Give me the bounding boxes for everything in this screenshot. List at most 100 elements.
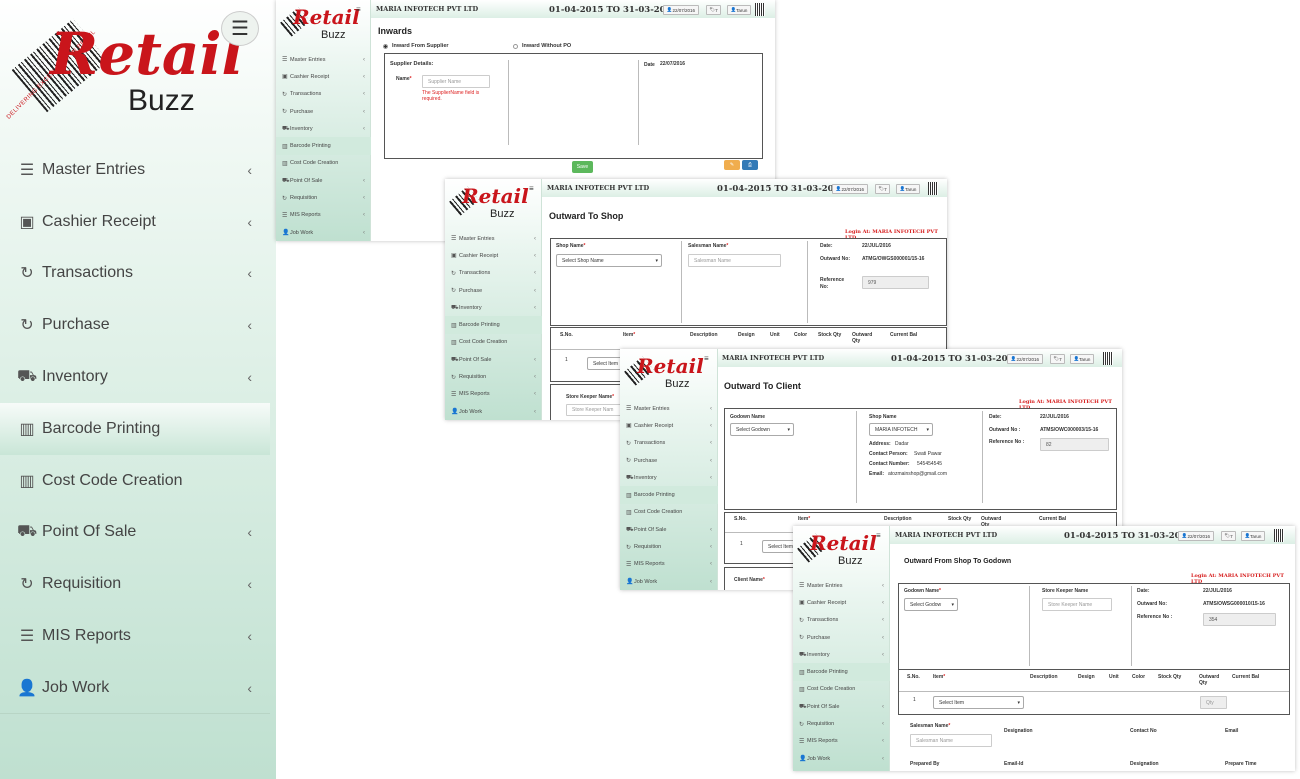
chevron-left-icon: ‹ — [363, 195, 365, 202]
sidebar-item-transactions[interactable]: ↻ Transactions ‹ — [445, 265, 542, 282]
store-keeper-input[interactable]: Store Keeper Name — [1042, 598, 1112, 611]
sidebar-item-master-entries[interactable]: ☰ Master Entries ‹ — [620, 400, 718, 417]
sidebar-item-inventory[interactable]: ⛟ Inventory ‹ — [620, 469, 718, 486]
hamburger-icon[interactable]: ≡ — [704, 354, 709, 363]
sidebar-item-job-work[interactable]: 👤 Job Work ‹ — [793, 750, 890, 767]
tag-chip[interactable]: 🏷 7 — [706, 5, 721, 15]
sidebar-item-point-of-sale[interactable]: ⛟ Point Of Sale ‹ — [445, 351, 542, 368]
sidebar-item-inventory[interactable]: ⛟ Inventory ‹ — [445, 299, 542, 316]
barcode-icon[interactable] — [755, 3, 765, 16]
sidebar-item-barcode-printing[interactable]: ▥ Barcode Printing — [445, 316, 542, 334]
sidebar-item-master-entries[interactable]: ☰ Master Entries ‹ — [793, 577, 890, 594]
hamburger-icon[interactable]: ≡ — [529, 184, 534, 193]
main-sidebar: DELIVERING EXCELLENCE IN RETAIL Retail B… — [0, 0, 276, 779]
sidebar-item-mis-reports[interactable]: ☰ MIS Reports ‹ — [445, 386, 542, 403]
hamburger-icon[interactable]: ≡ — [876, 531, 881, 540]
sidebar-item-purchase[interactable]: ↻ Purchase ‹ — [445, 282, 542, 299]
hamburger-icon[interactable]: ☰ — [221, 11, 259, 46]
sidebar-item-inventory[interactable]: ⛟ Inventory ‹ — [793, 646, 890, 663]
shop-name-select[interactable]: MARIA INFOTECH ▾ — [869, 423, 933, 436]
godown-select[interactable]: Select Godow ▾ — [904, 598, 958, 611]
barcode-icon[interactable] — [1274, 529, 1284, 542]
sidebar-item-cost-code-creation[interactable]: ▥ Cost Code Creation — [0, 455, 270, 507]
item-select[interactable]: Select Item ▾ — [933, 696, 1024, 709]
sidebar-item-requisition[interactable]: ↻ Requisition ‹ — [793, 715, 890, 732]
sidebar-item-purchase[interactable]: ↻ Purchase ‹ — [620, 452, 718, 469]
date-chip[interactable]: 👤 22/07/2016 — [832, 184, 868, 194]
sidebar-item-barcode-printing[interactable]: ▥ Barcode Printing — [276, 137, 371, 155]
reference-no-input[interactable]: 979 — [862, 276, 929, 289]
date-chip[interactable]: 👤 22/07/2016 — [1178, 531, 1214, 541]
sidebar-item-requisition[interactable]: ↻ Requisition ‹ — [445, 368, 542, 385]
tag-chip[interactable]: 🏷 7 — [1221, 531, 1236, 541]
sidebar-item-job-work[interactable]: 👤 Job Work ‹ — [445, 403, 542, 420]
tag-chip[interactable]: 🏷 7 — [875, 184, 890, 194]
sidebar-item-transactions[interactable]: ↻ Transactions ‹ — [276, 86, 371, 103]
sidebar-item-purchase[interactable]: ↻ Purchase ‹ — [793, 629, 890, 646]
sidebar-item-cashier-receipt[interactable]: ▣ Cashier Receipt ‹ — [793, 594, 890, 611]
sidebar-item-requisition[interactable]: ↻ Requisition ‹ — [620, 538, 718, 555]
sidebar-item-barcode-printing[interactable]: ▥ Barcode Printing — [793, 663, 890, 681]
sidebar-item-master-entries[interactable]: ☰ Master Entries ‹ — [445, 230, 542, 247]
sidebar-item-cost-code-creation[interactable]: ▥ Cost Code Creation — [620, 504, 718, 521]
hamburger-icon[interactable]: ≡ — [356, 5, 361, 14]
sidebar-item-mis-reports[interactable]: ☰ MIS Reports ‹ — [793, 733, 890, 750]
sidebar-item-cost-code-creation[interactable]: ▥ Cost Code Creation — [445, 334, 542, 351]
sidebar-item-requisition[interactable]: ↻ Requisition ‹ — [276, 189, 371, 206]
chevron-left-icon: ‹ — [247, 576, 252, 593]
money-icon: ▣ — [799, 600, 805, 607]
sidebar-item-cashier-receipt[interactable]: ▣ Cashier Receipt ‹ — [620, 417, 718, 434]
sidebar-item-job-work[interactable]: 👤 Job Work ‹ — [620, 573, 718, 590]
sidebar-item-master-entries[interactable]: ☰ Master Entries ‹ — [0, 144, 270, 196]
sidebar-item-transactions[interactable]: ↻ Transactions ‹ — [620, 435, 718, 452]
barcode-icon[interactable] — [1103, 352, 1113, 365]
shop-name-select[interactable]: Select Shop Name ▾ — [556, 254, 662, 267]
radio-inward-supplier[interactable]: Inward From Supplier — [383, 43, 449, 49]
sidebar-item-cashier-receipt[interactable]: ▣ Cashier Receipt ‹ — [276, 68, 371, 85]
sidebar-item-purchase[interactable]: ↻ Purchase ‹ — [0, 299, 270, 351]
user-chip[interactable]: 👤 Tarun — [896, 184, 920, 194]
sidebar-item-point-of-sale[interactable]: ⛟ Point Of Sale ‹ — [620, 521, 718, 538]
save-button[interactable]: Save — [572, 161, 593, 173]
sidebar-item-mis-reports[interactable]: ☰ MIS Reports ‹ — [0, 610, 270, 662]
sidebar-item-cost-code-creation[interactable]: ▥ Cost Code Creation — [793, 681, 890, 698]
sidebar-item-job-work[interactable]: 👤 Job Work ‹ — [0, 662, 270, 714]
sidebar-item-point-of-sale[interactable]: ⛟ Point Of Sale ‹ — [793, 698, 890, 715]
qty-input[interactable]: Qty — [1200, 696, 1227, 709]
store-keeper-input[interactable]: Store Keeper Nam — [566, 404, 626, 416]
date-chip[interactable]: 👤 22/07/2016 — [1007, 354, 1043, 364]
supplier-name-input[interactable]: Supplier Name — [422, 75, 490, 88]
reference-no-input[interactable]: 82 — [1040, 438, 1109, 451]
sidebar-item-cashier-receipt[interactable]: ▣ Cashier Receipt ‹ — [445, 247, 542, 264]
radio-inward-without-po[interactable]: Inward Without PO — [513, 43, 571, 49]
sidebar-item-point-of-sale[interactable]: ⛟ Point Of Sale ‹ — [276, 172, 371, 189]
edit-button[interactable]: ✎ — [724, 160, 740, 170]
user-chip[interactable]: 👤 Tarun — [1241, 531, 1265, 541]
sidebar-item-inventory[interactable]: ⛟ Inventory ‹ — [0, 351, 270, 403]
reference-no-input[interactable]: 354 — [1203, 613, 1276, 626]
user-chip[interactable]: 👤 Tarun — [727, 5, 751, 15]
sidebar-item-mis-reports[interactable]: ☰ MIS Reports ‹ — [276, 207, 371, 224]
sidebar-item-inventory[interactable]: ⛟ Inventory ‹ — [276, 120, 371, 137]
col-stock-qty: Stock Qty — [818, 332, 842, 338]
sidebar-item-requisition[interactable]: ↻ Requisition ‹ — [0, 558, 270, 610]
sidebar-item-master-entries[interactable]: ☰ Master Entries ‹ — [276, 51, 371, 68]
sidebar-item-cost-code-creation[interactable]: ▥ Cost Code Creation — [276, 155, 371, 172]
date-chip[interactable]: 👤 22/07/2016 — [663, 5, 699, 15]
sidebar-item-purchase[interactable]: ↻ Purchase ‹ — [276, 103, 371, 120]
print-button[interactable]: ⎙ — [742, 160, 758, 170]
barcode-icon[interactable] — [928, 182, 938, 195]
sidebar-item-transactions[interactable]: ↻ Transactions ‹ — [793, 612, 890, 629]
user-chip[interactable]: 👤 Tarun — [1070, 354, 1094, 364]
sidebar-item-cashier-receipt[interactable]: ▣ Cashier Receipt ‹ — [0, 196, 270, 248]
salesman-name-input[interactable]: Salesman Name — [688, 254, 781, 267]
godown-select[interactable]: Select Godown ▾ — [730, 423, 794, 436]
sidebar-item-point-of-sale[interactable]: ⛟ Point Of Sale ‹ — [0, 507, 270, 559]
salesman-name-input[interactable]: Salesman Name — [910, 734, 992, 747]
tag-chip[interactable]: 🏷 7 — [1050, 354, 1065, 364]
sidebar-item-transactions[interactable]: ↻ Transactions ‹ — [0, 248, 270, 300]
sidebar-item-mis-reports[interactable]: ☰ MIS Reports ‹ — [620, 556, 718, 573]
sidebar-item-barcode-printing[interactable]: ▥ Barcode Printing — [620, 486, 718, 504]
sidebar-item-job-work[interactable]: 👤 Job Work ‹ — [276, 224, 371, 241]
sidebar-item-barcode-printing[interactable]: ▥ Barcode Printing — [0, 402, 270, 455]
